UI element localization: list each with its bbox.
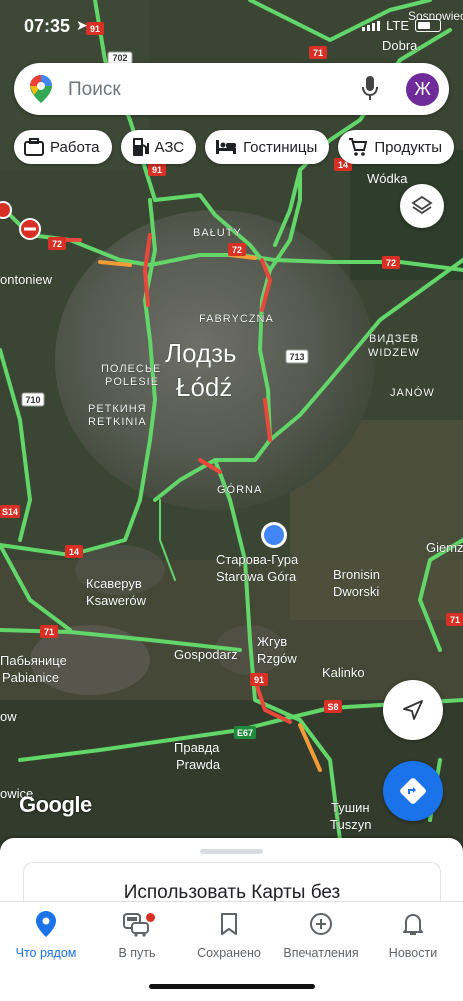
notification-dot (145, 912, 156, 923)
bottom-sheet[interactable]: Использовать Карты без (0, 838, 463, 913)
search-bar[interactable]: Ж (14, 63, 449, 115)
battery-icon (415, 19, 441, 32)
chip-work[interactable]: Работа (14, 130, 112, 164)
svg-text:GÓRNA: GÓRNA (217, 483, 262, 496)
svg-text:Dworski: Dworski (333, 584, 379, 599)
svg-text:Kalinko: Kalinko (322, 665, 365, 680)
directions-button[interactable] (383, 761, 443, 821)
svg-text:Bronisin: Bronisin (333, 567, 380, 582)
clock: 07:35 (24, 16, 71, 36)
briefcase-icon (24, 138, 44, 156)
svg-text:71: 71 (450, 615, 460, 625)
svg-text:Tuszyn: Tuszyn (330, 817, 371, 832)
svg-text:72: 72 (232, 245, 242, 255)
location-pin-icon (0, 910, 92, 938)
svg-text:Wódka: Wódka (367, 171, 408, 186)
svg-text:14: 14 (69, 547, 79, 557)
svg-text:ПОЛЕСЬЕ: ПОЛЕСЬЕ (101, 363, 161, 375)
chip-gas[interactable]: АЗС (120, 130, 197, 164)
svg-text:JANÓW: JANÓW (390, 386, 435, 399)
svg-text:72: 72 (386, 258, 396, 268)
navigation-arrow-icon (403, 700, 423, 720)
svg-text:ВИДЗЕВ: ВИДЗЕВ (369, 333, 419, 345)
svg-text:72: 72 (52, 239, 62, 249)
svg-text:Тушин: Тушин (331, 800, 370, 815)
nav-contribute[interactable]: Впечатления (275, 910, 367, 960)
home-indicator[interactable] (149, 984, 315, 989)
nav-saved[interactable]: Сохранено (183, 910, 275, 960)
search-input[interactable] (66, 73, 350, 107)
svg-text:РЕТКИНЯ: РЕТКИНЯ (88, 403, 147, 415)
google-logo: Google (19, 792, 92, 817)
cart-icon (348, 137, 368, 157)
svg-text:Giemz: Giemz (426, 540, 463, 555)
bell-icon (367, 910, 459, 938)
nav-updates[interactable]: Новости (367, 910, 459, 960)
add-circle-icon (275, 910, 367, 938)
bed-icon (215, 139, 237, 155)
category-chips: Работа АЗС Гостиницы Продукты (14, 130, 455, 164)
svg-text:WIDZEW: WIDZEW (368, 347, 420, 359)
svg-text:S14: S14 (2, 507, 18, 517)
chip-groceries[interactable]: Продукты (338, 130, 455, 164)
svg-text:ontoniew: ontoniew (0, 272, 53, 287)
svg-text:Prawda: Prawda (176, 757, 221, 772)
city-name-ru: Лодзь (165, 338, 237, 368)
signal-icon (362, 20, 381, 31)
svg-text:Пабьянице: Пабьянице (0, 653, 67, 668)
svg-text:91: 91 (254, 675, 264, 685)
svg-text:Pabianice: Pabianice (2, 670, 59, 685)
svg-text:71: 71 (44, 627, 54, 637)
directions-icon (400, 778, 426, 804)
svg-text:713: 713 (289, 352, 304, 362)
layers-button[interactable] (400, 184, 444, 228)
svg-text:Starowa Góra: Starowa Góra (216, 569, 297, 584)
gas-station-icon (131, 137, 149, 157)
bookmark-icon (183, 910, 275, 938)
svg-text:Старова-Гура: Старова-Гура (216, 552, 299, 567)
nav-explore[interactable]: Что рядом (0, 910, 92, 960)
svg-text:702: 702 (112, 53, 127, 63)
svg-text:Gospodarz: Gospodarz (174, 647, 238, 662)
svg-text:S8: S8 (327, 702, 338, 712)
location-arrow-icon: ➤ (76, 17, 88, 33)
svg-text:RETKINIA: RETKINIA (88, 416, 147, 428)
layers-icon (411, 195, 433, 215)
my-location-button[interactable] (383, 680, 443, 740)
svg-text:ow: ow (0, 709, 17, 724)
svg-text:Ksawerów: Ksawerów (86, 593, 147, 608)
google-maps-logo-icon (30, 75, 52, 108)
svg-text:BAŁUTY: BAŁUTY (193, 227, 242, 239)
svg-text:E67: E67 (237, 728, 253, 738)
svg-text:POLESIE: POLESIE (105, 376, 159, 388)
status-bar: 07:35 ➤ LTE (0, 0, 463, 54)
svg-text:Rzgów: Rzgów (257, 651, 297, 666)
svg-text:Жгув: Жгув (257, 634, 287, 649)
chip-hotels[interactable]: Гостиницы (205, 130, 330, 164)
svg-text:91: 91 (152, 165, 162, 175)
svg-text:710: 710 (25, 395, 40, 405)
nav-commute[interactable]: В путь (91, 910, 183, 960)
city-name: Łódź (176, 372, 232, 402)
network-type: LTE (386, 18, 409, 33)
sheet-drag-handle[interactable] (200, 849, 263, 854)
microphone-icon[interactable] (362, 76, 378, 107)
svg-text:Правда: Правда (174, 740, 220, 755)
svg-text:FABRYCZNA: FABRYCZNA (199, 313, 274, 325)
commute-icon (91, 910, 183, 938)
avatar[interactable]: Ж (406, 73, 439, 106)
svg-text:Ксаверув: Ксаверув (86, 576, 142, 591)
